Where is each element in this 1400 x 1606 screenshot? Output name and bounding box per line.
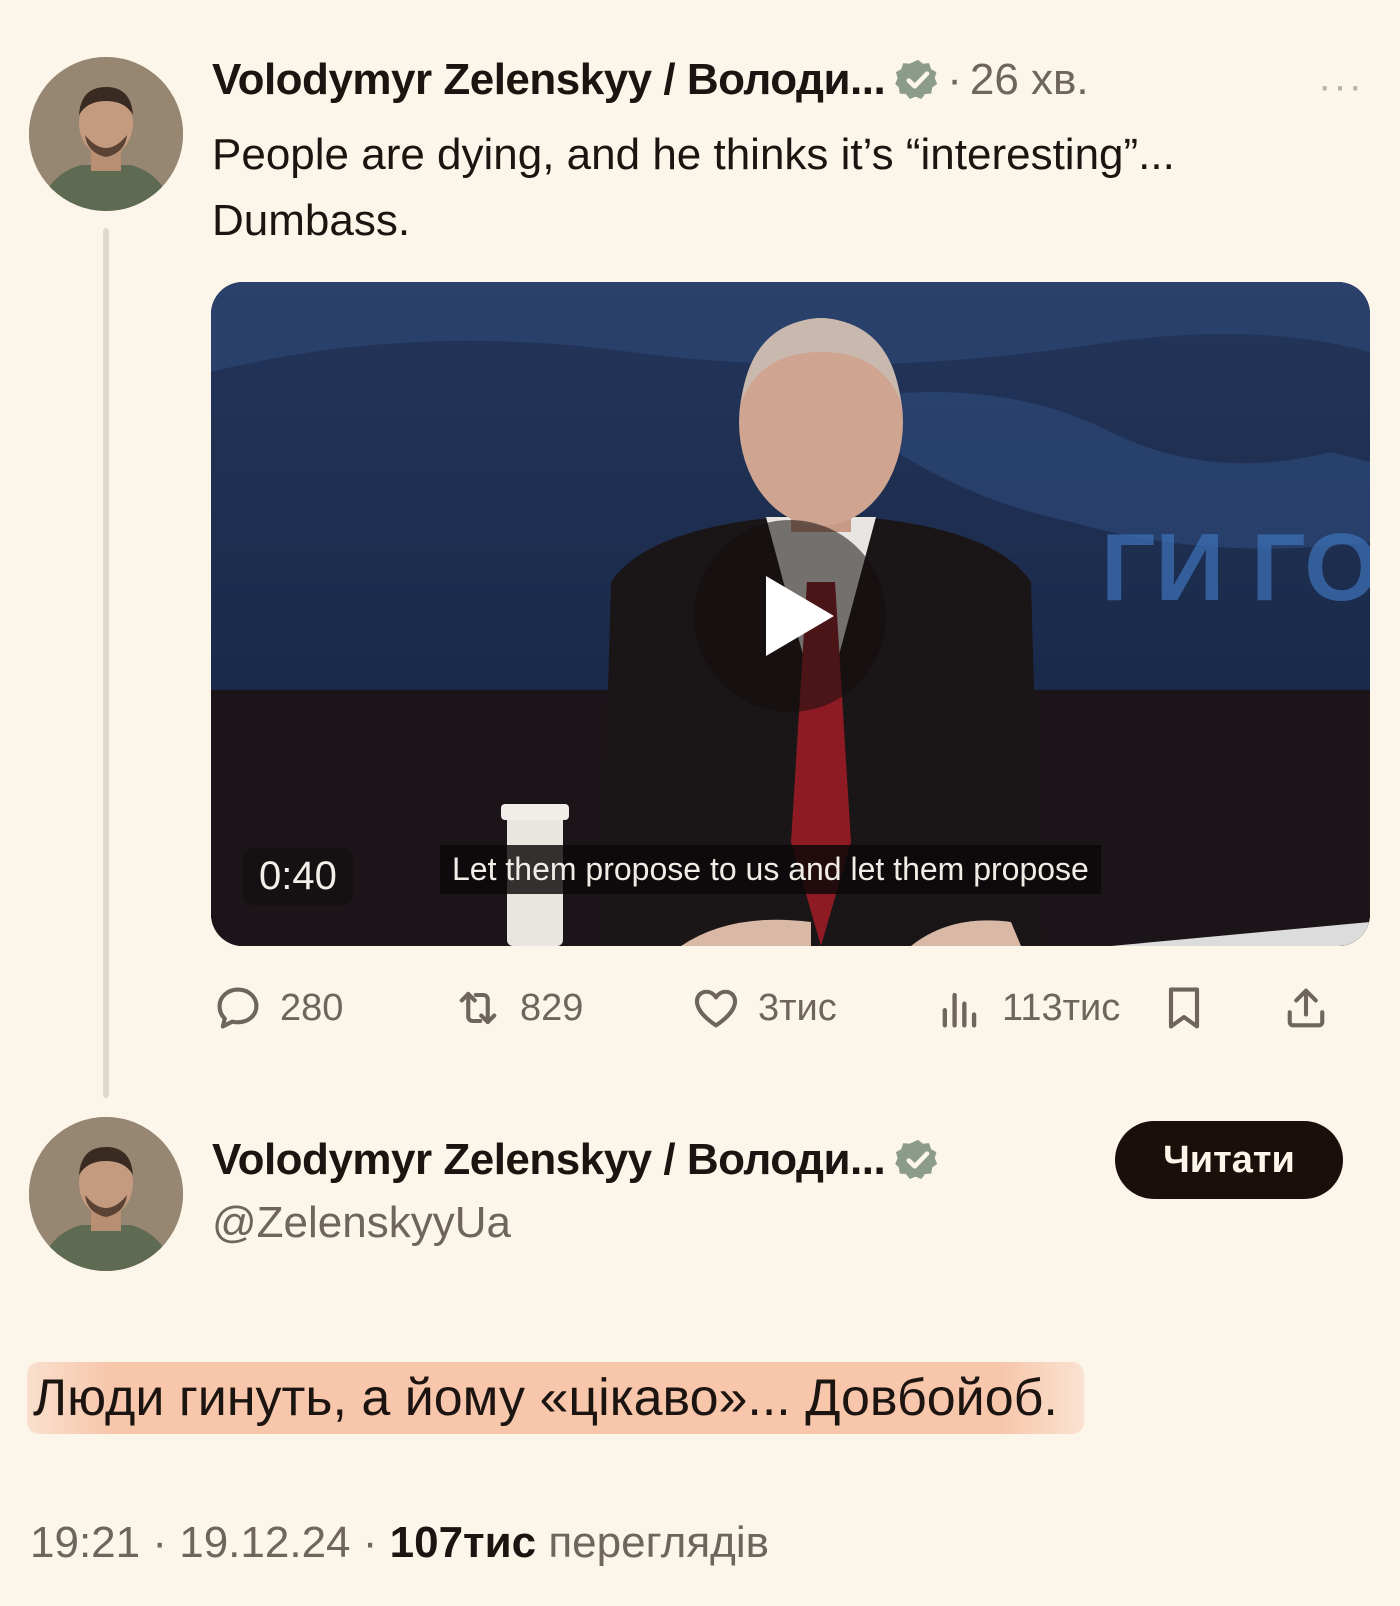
author-name[interactable]: Volodymyr Zelenskyy / Володи... xyxy=(212,55,886,105)
views-label: переглядів xyxy=(548,1518,770,1567)
quoted-header: Volodymyr Zelenskyy / Володи... xyxy=(212,1135,941,1185)
tweet-text: People are dying, and he thinks it’s “in… xyxy=(212,130,1175,245)
post-time[interactable]: 19:21 xyxy=(30,1518,140,1567)
timestamp-separator: · xyxy=(152,1518,167,1567)
views-button[interactable]: 113тис xyxy=(934,976,1120,1040)
like-count: 3тис xyxy=(758,986,837,1029)
avatar[interactable] xyxy=(29,57,183,211)
video-player[interactable]: ГИ ГОД 0:40 Let them propose to us and l… xyxy=(211,282,1370,946)
verified-icon xyxy=(895,59,938,99)
play-button[interactable] xyxy=(694,520,886,712)
action-bar: 280 829 3тис 113тис xyxy=(212,976,1372,1040)
share-button[interactable] xyxy=(1280,976,1332,1040)
views-icon xyxy=(942,992,977,1028)
share-icon xyxy=(1287,988,1325,1028)
quoted-handle[interactable]: @ZelenskyyUa xyxy=(212,1198,511,1248)
reply-count: 280 xyxy=(280,986,344,1029)
repost-count: 829 xyxy=(520,986,584,1029)
repost-icon xyxy=(459,991,497,1025)
video-subtitle: Let them propose to us and let them prop… xyxy=(440,845,1101,894)
more-options-icon[interactable]: ··· xyxy=(1318,64,1364,109)
reply-button[interactable]: 280 xyxy=(212,976,343,1040)
timestamp-row: 19:21 · 19.12.24 · 107тис переглядів xyxy=(30,1518,769,1568)
views-count: 113тис xyxy=(1002,986,1121,1029)
svg-text:ГИ ГОД: ГИ ГОД xyxy=(1101,514,1370,621)
reply-icon xyxy=(217,987,259,1029)
play-icon xyxy=(766,576,834,656)
verified-icon xyxy=(895,1139,938,1179)
quoted-author-name[interactable]: Volodymyr Zelenskyy / Володи... xyxy=(212,1135,886,1185)
post-date[interactable]: 19.12.24 xyxy=(179,1518,350,1567)
thread-line xyxy=(103,228,109,1098)
header-separator: · xyxy=(947,55,962,104)
bookmark-icon xyxy=(1168,987,1200,1029)
timestamp-separator: · xyxy=(362,1518,378,1567)
like-icon xyxy=(694,989,738,1028)
bookmark-button[interactable] xyxy=(1158,976,1210,1040)
avatar-portrait xyxy=(29,57,183,211)
like-button[interactable]: 3тис xyxy=(690,976,837,1040)
avatar-portrait xyxy=(29,1117,183,1271)
follow-button[interactable]: Читати xyxy=(1115,1121,1343,1199)
views-total: 107тис xyxy=(389,1518,537,1567)
quoted-avatar[interactable] xyxy=(29,1117,183,1271)
tweet-time[interactable]: 26 хв. xyxy=(970,55,1089,105)
quoted-text: Люди гинуть, а йому «цікаво»... Довбойоб… xyxy=(27,1362,1084,1434)
repost-button[interactable]: 829 xyxy=(452,976,583,1040)
tweet-header: Volodymyr Zelenskyy / Володи... · 26 хв. xyxy=(212,55,1089,105)
video-duration: 0:40 xyxy=(243,848,353,905)
